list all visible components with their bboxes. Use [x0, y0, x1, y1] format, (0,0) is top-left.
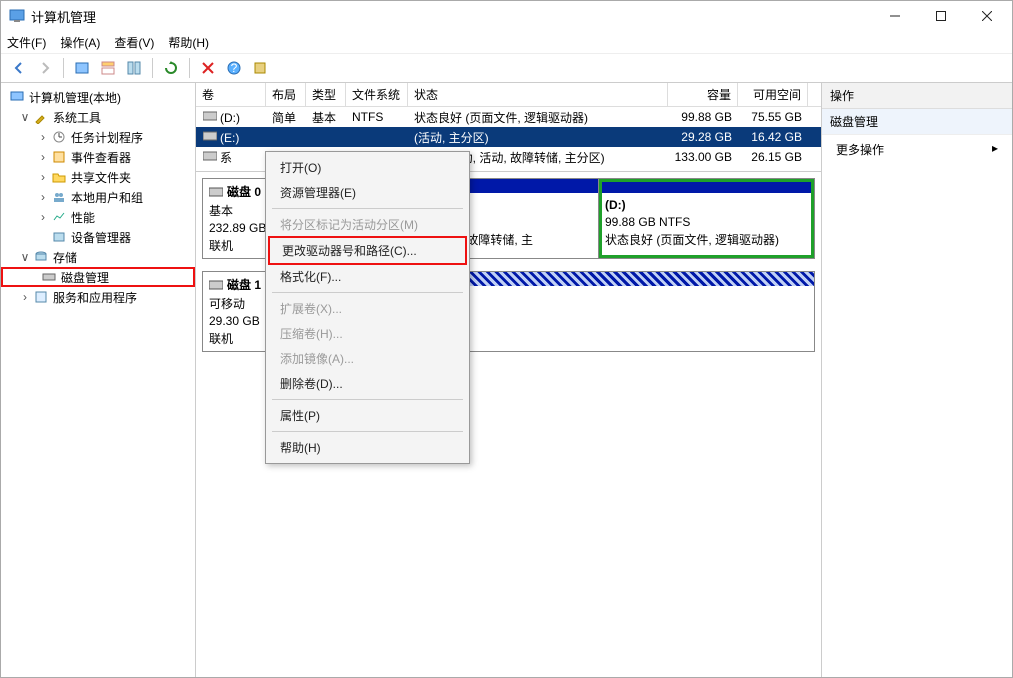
svg-text:?: ? [231, 61, 238, 75]
extra-button[interactable] [248, 56, 272, 80]
tree-event-viewer[interactable]: ›事件查看器 [1, 147, 195, 167]
storage-icon [33, 249, 49, 265]
disk-icon [41, 269, 57, 285]
tree-root[interactable]: 计算机管理(本地) [1, 87, 195, 107]
menu-file[interactable]: 文件(F) [7, 34, 46, 51]
clock-icon [51, 129, 67, 145]
tree-storage[interactable]: ∨存储 [1, 247, 195, 267]
titlebar: 计算机管理 [1, 1, 1012, 31]
col-fs[interactable]: 文件系统 [346, 83, 408, 106]
help-button[interactable]: ? [222, 56, 246, 80]
separator [272, 208, 463, 209]
tree-device-manager[interactable]: 设备管理器 [1, 227, 195, 247]
disk-icon [209, 186, 223, 198]
tree-local-users[interactable]: ›本地用户和组 [1, 187, 195, 207]
volume-icon [202, 109, 218, 123]
volume-icon [202, 149, 218, 163]
collapse-icon[interactable]: ∨ [19, 110, 31, 124]
tree-performance[interactable]: ›性能 [1, 207, 195, 227]
refresh-button[interactable] [159, 56, 183, 80]
actions-header: 操作 [822, 83, 1012, 109]
device-icon [51, 229, 67, 245]
tree-services[interactable]: ›服务和应用程序 [1, 287, 195, 307]
actions-group[interactable]: 磁盘管理 [822, 109, 1012, 135]
main-body: 计算机管理(本地) ∨系统工具 ›任务计划程序 ›事件查看器 ›共享文件夹 ›本… [1, 83, 1012, 677]
volume-row[interactable]: (D:) 简单 基本 NTFS 状态良好 (页面文件, 逻辑驱动器) 99.88… [196, 107, 821, 127]
toolbar-view1[interactable] [70, 56, 94, 80]
expand-icon[interactable]: › [37, 170, 49, 184]
tree-systools[interactable]: ∨系统工具 [1, 107, 195, 127]
window-title: 计算机管理 [31, 7, 872, 26]
minimize-button[interactable] [872, 1, 918, 31]
menubar: 文件(F) 操作(A) 查看(V) 帮助(H) [1, 31, 1012, 53]
ctx-shrink: 压缩卷(H)... [268, 321, 467, 346]
expand-icon[interactable]: › [37, 150, 49, 164]
ctx-mark-active: 将分区标记为活动分区(M) [268, 212, 467, 237]
separator [272, 399, 463, 400]
actions-more[interactable]: 更多操作▸ [822, 135, 1012, 164]
delete-button[interactable] [196, 56, 220, 80]
col-type[interactable]: 类型 [306, 83, 346, 106]
volume-row[interactable]: (E:) (活动, 主分区) 29.28 GB 16.42 GB [196, 127, 821, 147]
expand-icon[interactable]: › [37, 130, 49, 144]
ctx-format[interactable]: 格式化(F)... [268, 264, 467, 289]
nav-tree[interactable]: 计算机管理(本地) ∨系统工具 ›任务计划程序 ›事件查看器 ›共享文件夹 ›本… [1, 83, 196, 677]
toolbar: ? [1, 53, 1012, 83]
partition[interactable]: (D:) 99.88 GB NTFS 状态良好 (页面文件, 逻辑驱动器) [599, 179, 814, 258]
ctx-open[interactable]: 打开(O) [268, 155, 467, 180]
ctx-mirror: 添加镜像(A)... [268, 346, 467, 371]
computer-icon [9, 89, 25, 105]
expand-icon[interactable]: › [37, 190, 49, 204]
event-icon [51, 149, 67, 165]
tree-disk-management[interactable]: 磁盘管理 [1, 267, 195, 287]
close-button[interactable] [964, 1, 1010, 31]
collapse-icon[interactable]: ∨ [19, 250, 31, 264]
app-icon [9, 8, 25, 24]
col-free[interactable]: 可用空间 [738, 83, 808, 106]
menu-view[interactable]: 查看(V) [114, 34, 154, 51]
toolbar-view2[interactable] [96, 56, 120, 80]
context-menu: 打开(O) 资源管理器(E) 将分区标记为活动分区(M) 更改驱动器号和路径(C… [265, 151, 470, 464]
app-window: 计算机管理 文件(F) 操作(A) 查看(V) 帮助(H) ? 计算机管理(本地… [0, 0, 1013, 678]
folder-icon [51, 169, 67, 185]
chevron-right-icon: ▸ [992, 141, 998, 155]
ctx-extend: 扩展卷(X)... [268, 296, 467, 321]
col-name[interactable]: 卷 [196, 83, 266, 106]
menu-help[interactable]: 帮助(H) [168, 34, 209, 51]
ctx-delete[interactable]: 删除卷(D)... [268, 371, 467, 396]
ctx-help[interactable]: 帮助(H) [268, 435, 467, 460]
ctx-explorer[interactable]: 资源管理器(E) [268, 180, 467, 205]
volume-grid-header: 卷 布局 类型 文件系统 状态 容量 可用空间 [196, 83, 821, 107]
expand-icon[interactable]: › [19, 290, 31, 304]
forward-button[interactable] [33, 56, 57, 80]
expand-icon[interactable]: › [37, 210, 49, 224]
maximize-button[interactable] [918, 1, 964, 31]
partition-bar [599, 179, 814, 193]
actions-pane: 操作 磁盘管理 更多操作▸ [822, 83, 1012, 677]
separator [189, 58, 190, 78]
menu-action[interactable]: 操作(A) [60, 34, 100, 51]
users-icon [51, 189, 67, 205]
disk-icon [209, 279, 223, 291]
col-cap[interactable]: 容量 [668, 83, 738, 106]
tree-shared-folders[interactable]: ›共享文件夹 [1, 167, 195, 187]
col-layout[interactable]: 布局 [266, 83, 306, 106]
separator [152, 58, 153, 78]
separator [272, 431, 463, 432]
separator [63, 58, 64, 78]
tree-task-scheduler[interactable]: ›任务计划程序 [1, 127, 195, 147]
ctx-change-drive-letter[interactable]: 更改驱动器号和路径(C)... [268, 236, 467, 265]
tools-icon [33, 109, 49, 125]
volume-icon [202, 129, 218, 143]
services-icon [33, 289, 49, 305]
perf-icon [51, 209, 67, 225]
back-button[interactable] [7, 56, 31, 80]
toolbar-view3[interactable] [122, 56, 146, 80]
col-status[interactable]: 状态 [408, 83, 668, 106]
separator [272, 292, 463, 293]
ctx-properties[interactable]: 属性(P) [268, 403, 467, 428]
